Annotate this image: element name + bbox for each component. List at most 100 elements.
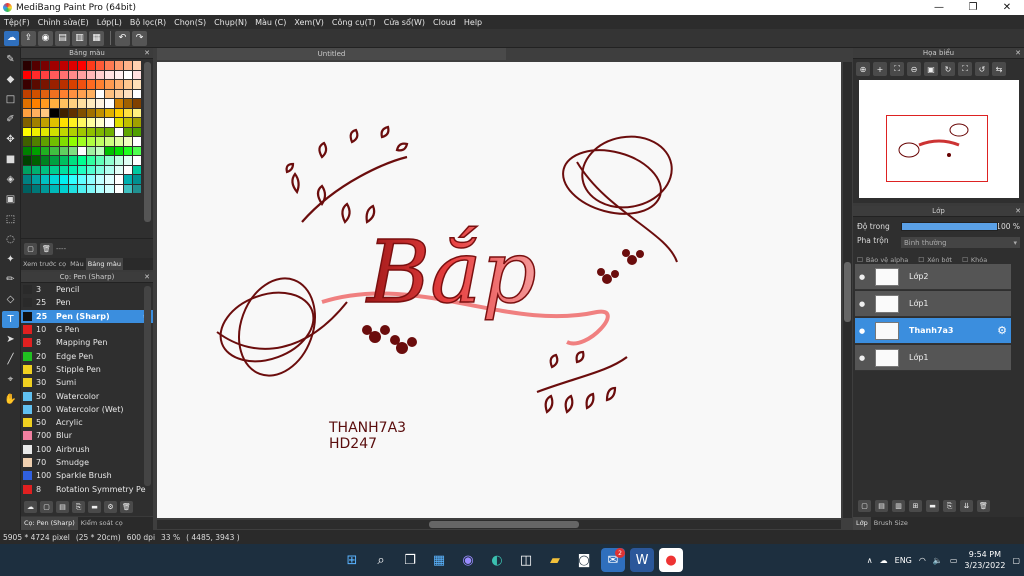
move-tool-icon[interactable]: ✥ (2, 131, 19, 148)
brush-item[interactable]: 100 Watercolor (Wet) (21, 403, 153, 416)
brush-add-icon[interactable]: ▤ (56, 501, 69, 513)
operation-tool-icon[interactable]: ➤ (2, 331, 19, 348)
brush-item[interactable]: 100 Sparkle Brush (21, 469, 153, 482)
layer-row[interactable]: ● Lớp2 (855, 264, 1011, 290)
word-icon[interactable]: W (630, 548, 654, 572)
divide-tool-icon[interactable]: ╱ (2, 351, 19, 368)
visibility-icon[interactable]: ● (855, 273, 869, 281)
palette-swatch[interactable] (41, 118, 50, 127)
menu-edit[interactable]: Chỉnh sửa(E) (34, 18, 93, 27)
palette-swatch[interactable] (105, 156, 114, 165)
brush-close-button[interactable]: ✕ (144, 273, 150, 281)
palette-swatch[interactable] (132, 175, 141, 184)
palette-swatch[interactable] (77, 175, 87, 184)
rotate-icon[interactable]: ↻ (941, 62, 955, 76)
palette-swatch[interactable] (123, 108, 132, 117)
pages-icon[interactable]: ▥ (72, 30, 87, 46)
palette-swatch[interactable] (114, 175, 123, 184)
palette-swatch[interactable] (41, 80, 50, 89)
brush-settings-icon[interactable]: ⚙ (104, 501, 117, 513)
delete-layer-icon[interactable]: 🗑 (977, 500, 990, 512)
notification-icon[interactable]: ▢ (1012, 556, 1020, 565)
palette-swatch[interactable] (77, 80, 87, 89)
palette-swatch[interactable] (87, 156, 96, 165)
tab-brush-preview[interactable]: Xem trước cọ (21, 258, 68, 270)
palette-swatch[interactable] (96, 165, 105, 174)
palette-swatch[interactable] (114, 61, 123, 70)
layer-row[interactable]: ● Lớp1 (855, 291, 1011, 317)
palette-swatch[interactable] (87, 118, 96, 127)
palette-swatch[interactable] (59, 175, 68, 184)
tab-palette[interactable]: Bảng màu (85, 258, 123, 270)
brush-item[interactable]: 30 Sumi (21, 376, 153, 389)
palette-swatch[interactable] (68, 118, 77, 127)
palette-swatch[interactable] (23, 137, 32, 146)
new-layer-3-icon[interactable]: ▥ (892, 500, 905, 512)
palette-swatch[interactable] (105, 118, 114, 127)
navigator-preview[interactable] (859, 80, 1019, 198)
select-tool-icon[interactable]: ⬚ (2, 211, 19, 228)
palette-swatch[interactable] (59, 156, 68, 165)
palette-swatch[interactable] (87, 127, 96, 136)
palette-swatch[interactable] (105, 184, 114, 193)
menu-layer[interactable]: Lớp(L) (93, 18, 126, 27)
palette-swatch[interactable] (132, 165, 141, 174)
palette-swatch-grid[interactable] (23, 61, 141, 233)
magic-wand-icon[interactable]: ✦ (2, 251, 19, 268)
battery-icon[interactable]: ▭ (950, 556, 958, 565)
visibility-icon[interactable]: ● (855, 300, 869, 308)
palette-swatch[interactable] (132, 118, 141, 127)
palette-swatch[interactable] (50, 146, 59, 155)
palette-swatch[interactable] (50, 137, 59, 146)
palette-swatch[interactable] (41, 108, 50, 117)
visibility-icon[interactable]: ● (855, 354, 869, 362)
brush-tool-icon[interactable]: ✎ (2, 51, 19, 68)
palette-swatch[interactable] (96, 108, 105, 117)
palette-swatch[interactable] (96, 146, 105, 155)
palette-swatch[interactable] (132, 80, 141, 89)
palette-swatch[interactable] (123, 156, 132, 165)
palette-swatch[interactable] (68, 165, 77, 174)
palette-swatch[interactable] (50, 175, 59, 184)
palette-swatch[interactable] (23, 99, 32, 108)
palette-swatch[interactable] (23, 175, 32, 184)
palette-swatch[interactable] (87, 184, 96, 193)
layer-row[interactable]: ● Lớp1 (855, 345, 1011, 371)
undo-icon[interactable]: ↶ (115, 30, 130, 46)
palette-swatch[interactable] (123, 127, 132, 136)
palette-swatch[interactable] (114, 156, 123, 165)
brush-item[interactable]: 70 Smudge (21, 456, 153, 469)
palette-swatch[interactable] (77, 156, 87, 165)
palette-swatch[interactable] (132, 146, 141, 155)
palette-swatch[interactable] (68, 80, 77, 89)
share-icon[interactable]: ⇪ (21, 30, 36, 46)
palette-swatch[interactable] (132, 137, 141, 146)
fill-tool-icon[interactable]: ◈ (2, 171, 19, 188)
palette-swatch[interactable] (77, 146, 87, 155)
palette-swatch[interactable] (105, 175, 114, 184)
rotate-left-icon[interactable]: ↺ (975, 62, 989, 76)
maximize-button[interactable]: ❐ (956, 2, 990, 13)
new-layer-icon[interactable]: ▢ (858, 500, 871, 512)
palette-swatch[interactable] (68, 99, 77, 108)
palette-swatch[interactable] (68, 127, 77, 136)
palette-swatch[interactable] (59, 165, 68, 174)
palette-swatch[interactable] (123, 61, 132, 70)
brush-copy-icon[interactable]: ⎘ (72, 501, 85, 513)
palette-swatch[interactable] (50, 184, 59, 193)
palette-swatch[interactable] (41, 70, 50, 79)
palette-swatch[interactable] (87, 80, 96, 89)
palette-swatch[interactable] (32, 165, 41, 174)
cloud-tray-icon[interactable]: ☁ (880, 556, 888, 565)
palette-swatch[interactable] (50, 156, 59, 165)
wifi-icon[interactable]: ◠ (919, 556, 926, 565)
palette-swatch[interactable] (77, 118, 87, 127)
palette-swatch[interactable] (59, 80, 68, 89)
palette-swatch[interactable] (50, 108, 59, 117)
palette-swatch[interactable] (87, 70, 96, 79)
palette-swatch[interactable] (41, 156, 50, 165)
palette-swatch[interactable] (23, 127, 32, 136)
zoom-out-icon[interactable]: ⊖ (907, 62, 921, 76)
minimize-button[interactable]: — (922, 2, 956, 13)
palette-swatch[interactable] (23, 165, 32, 174)
